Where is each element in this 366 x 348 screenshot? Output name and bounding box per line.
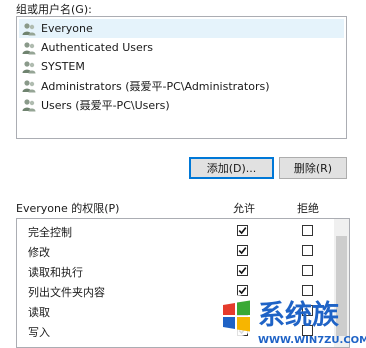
- groups-label: 组或用户名(G):: [16, 3, 92, 16]
- permission-label: 完全控制: [28, 226, 72, 239]
- deny-checkbox[interactable]: [302, 225, 313, 236]
- permission-label: 写入: [28, 326, 50, 339]
- list-item-system[interactable]: SYSTEM: [19, 57, 344, 76]
- list-item-users[interactable]: Users (聂爱平-PC\Users): [19, 95, 344, 114]
- deny-column-header: 拒绝: [297, 202, 319, 215]
- allow-checkbox[interactable]: [237, 225, 248, 236]
- allow-checkbox[interactable]: [237, 245, 248, 256]
- deny-checkbox[interactable]: [302, 265, 313, 276]
- principal-label: Authenticated Users: [41, 41, 154, 54]
- remove-button[interactable]: 删除(R): [279, 157, 347, 179]
- list-item-authenticated-users[interactable]: Authenticated Users: [19, 38, 344, 57]
- allow-column-header: 允许: [233, 202, 255, 215]
- permission-label: 列出文件夹内容: [28, 286, 105, 299]
- permission-row-full-control: 完全控制: [17, 221, 335, 241]
- list-item-administrators[interactable]: Administrators (聂爱平-PC\Administrators): [19, 76, 344, 95]
- permission-label: 读取: [28, 306, 50, 319]
- users-icon: [22, 41, 36, 54]
- permission-label: 修改: [28, 246, 50, 259]
- users-icon: [22, 60, 36, 73]
- svg-text:WWW.WIN7ZU.COM: WWW.WIN7ZU.COM: [258, 335, 366, 346]
- users-icon: [22, 98, 36, 111]
- deny-checkbox[interactable]: [302, 245, 313, 256]
- principal-label: Administrators (聂爱平-PC\Administrators): [41, 79, 270, 93]
- permission-row-read-execute: 读取和执行: [17, 261, 335, 281]
- add-button[interactable]: 添加(D)...: [189, 157, 274, 179]
- list-item-everyone[interactable]: Everyone: [19, 19, 344, 38]
- users-icon: [22, 22, 36, 35]
- checkmark-icon: [238, 267, 247, 275]
- site-watermark-logo: 系统族 WWW.WIN7ZU.COM: [215, 295, 366, 346]
- permission-label: 读取和执行: [28, 266, 83, 279]
- principal-label: Users (聂爱平-PC\Users): [41, 98, 170, 112]
- principal-label: Everyone: [41, 22, 93, 35]
- windows-flag-icon: [215, 295, 257, 337]
- users-icon: [22, 79, 36, 92]
- checkmark-icon: [238, 247, 247, 255]
- allow-checkbox[interactable]: [237, 265, 248, 276]
- checkmark-icon: [238, 227, 247, 235]
- principals-list[interactable]: Everyone Authenticated Users SYSTEM Admi…: [16, 16, 347, 139]
- permission-row-modify: 修改: [17, 241, 335, 261]
- principal-label: SYSTEM: [41, 60, 85, 73]
- permissions-label: Everyone 的权限(P): [16, 202, 120, 215]
- svg-text:系统族: 系统族: [258, 299, 340, 331]
